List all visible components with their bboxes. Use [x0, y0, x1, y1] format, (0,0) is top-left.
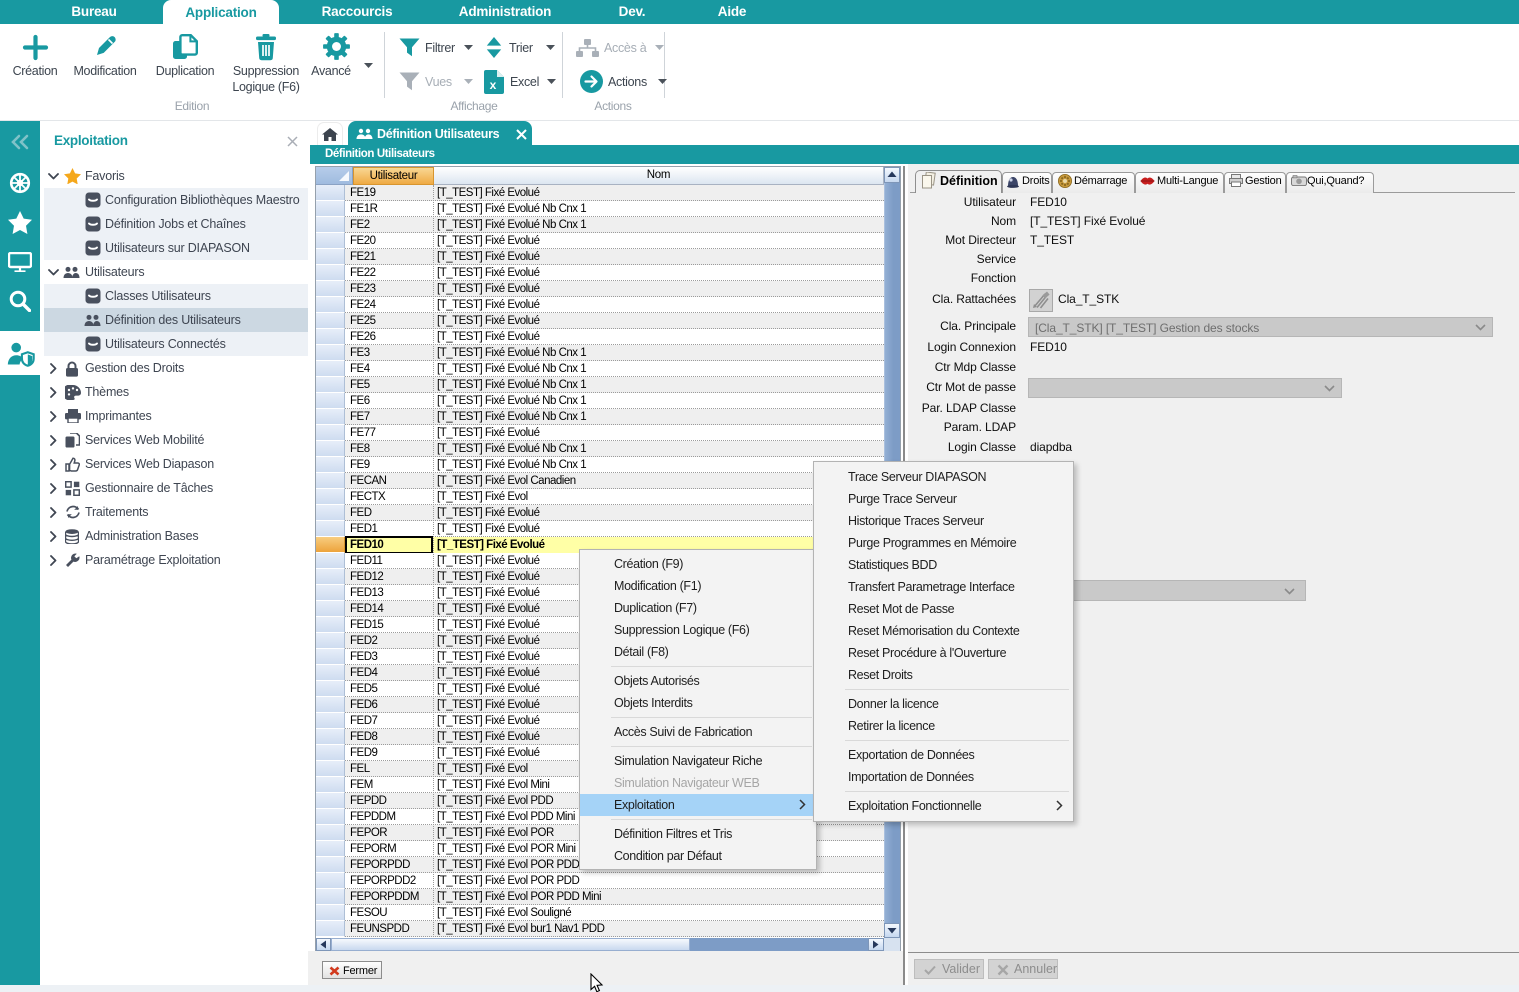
svg-text:x: x [490, 78, 497, 92]
